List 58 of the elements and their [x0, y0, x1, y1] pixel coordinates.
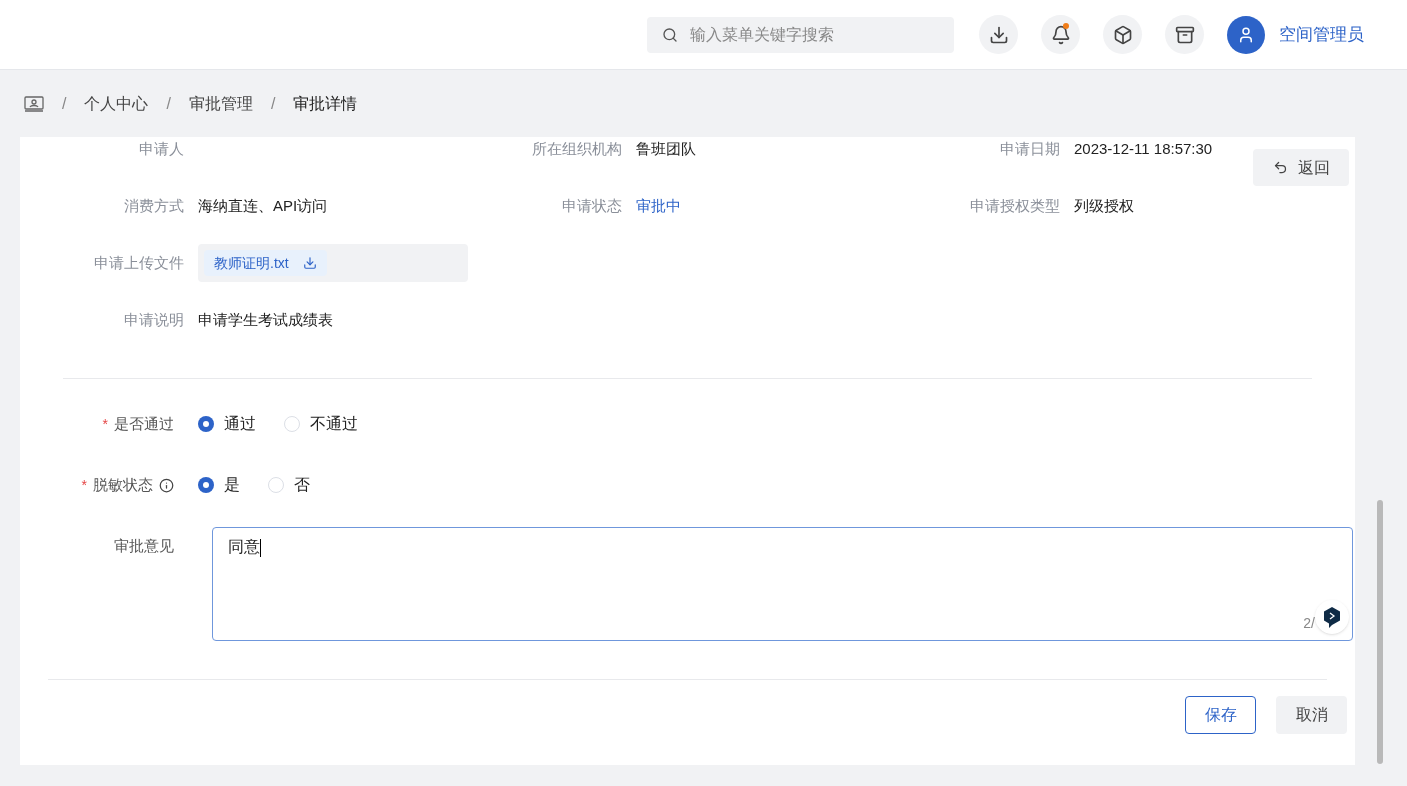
download-button[interactable] — [979, 15, 1018, 54]
char-counter: 2/ — [1303, 614, 1315, 633]
detail-value: 海纳直连、API访问 — [198, 195, 328, 216]
radio-option[interactable]: 通过 — [198, 412, 256, 436]
detail-label: 申请授权类型 — [969, 195, 1061, 216]
translate-widget-icon[interactable] — [1315, 600, 1349, 634]
cube-button[interactable] — [1103, 15, 1142, 54]
detail-value: 列级授权 — [1074, 195, 1134, 216]
breadcrumb-item[interactable]: 个人中心 — [84, 91, 149, 116]
detail-value: 2023-12-11 18:57:30 — [1074, 138, 1213, 159]
detail-value: 审批中 — [636, 195, 681, 216]
archive-icon — [1174, 24, 1195, 45]
scrollbar[interactable] — [1377, 500, 1383, 764]
detail-label: 申请日期 — [999, 138, 1061, 159]
detail-label: 申请状态 — [561, 195, 623, 216]
search-input[interactable]: 输入菜单关键字搜索 — [690, 22, 930, 47]
user-name[interactable]: 空间管理员 — [1279, 21, 1364, 48]
radio-button[interactable] — [198, 416, 214, 432]
bell-icon — [1050, 24, 1071, 45]
save-button[interactable]: 保存 — [1185, 696, 1256, 734]
detail-label: 消费方式 — [123, 195, 185, 216]
comment-field[interactable]: 同意 2/ — [212, 527, 1353, 641]
detail-label: 申请说明 — [123, 309, 185, 330]
radio-button[interactable] — [284, 416, 300, 432]
detail-label: 所在组织机构 — [531, 138, 623, 159]
radio-button[interactable] — [198, 477, 214, 493]
required-mark: * — [102, 414, 108, 434]
user-icon — [1237, 25, 1255, 44]
radio-option[interactable]: 不通过 — [284, 412, 358, 436]
home-icon[interactable] — [24, 95, 44, 112]
download-icon[interactable] — [302, 256, 317, 270]
detail-value: 鲁班团队 — [636, 138, 696, 159]
back-button[interactable]: 返回 — [1253, 149, 1349, 186]
breadcrumb-separator: / — [270, 93, 276, 114]
detail-label: 申请人 — [138, 138, 185, 159]
download-icon — [988, 24, 1009, 45]
avatar[interactable] — [1227, 15, 1265, 54]
radio-option[interactable]: 否 — [268, 473, 310, 497]
undo-icon — [1272, 160, 1288, 175]
field-label: 审批意见 — [114, 536, 174, 556]
search-field[interactable]: 输入菜单关键字搜索 — [647, 16, 954, 53]
radio-option[interactable]: 是 — [198, 473, 240, 497]
breadcrumb-separator: / — [62, 93, 67, 114]
archive-button[interactable] — [1165, 15, 1204, 54]
cube-icon — [1112, 24, 1133, 45]
breadcrumb-item[interactable]: 审批详情 — [293, 91, 358, 116]
detail-label: 申请上传文件 — [93, 252, 185, 273]
detail-value: 申请学生考试成绩表 — [198, 309, 333, 330]
breadcrumb-item[interactable]: 审批管理 — [188, 91, 253, 116]
field-label: 脱敏状态 — [93, 474, 153, 495]
breadcrumb-separator: / — [166, 93, 171, 114]
cancel-button[interactable]: 取消 — [1276, 696, 1347, 734]
file-link[interactable]: 教师证明.txt — [204, 250, 327, 276]
required-mark: * — [81, 475, 87, 495]
field-label: 是否通过 — [114, 413, 174, 434]
radio-button[interactable] — [268, 477, 284, 493]
search-icon — [662, 26, 678, 43]
bell-button[interactable] — [1041, 15, 1080, 54]
